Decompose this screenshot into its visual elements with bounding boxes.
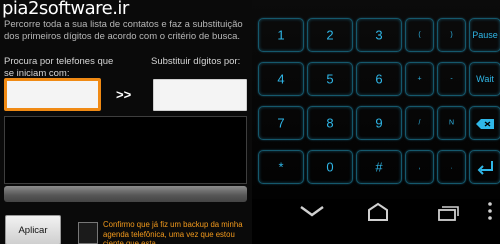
key-slash[interactable]: / [405, 106, 434, 140]
home-icon[interactable] [363, 201, 393, 223]
key-label: 4 [277, 71, 285, 87]
key-label: * [278, 159, 284, 175]
key-label: 2 [326, 27, 334, 43]
key-2[interactable]: 2 [307, 18, 353, 52]
key-label: , [418, 163, 421, 171]
menu-icon[interactable] [484, 199, 496, 223]
key-open-paren[interactable]: ( [405, 18, 434, 52]
key-8[interactable]: 8 [307, 106, 353, 140]
key-minus[interactable]: - [437, 62, 466, 96]
key-label: 6 [375, 71, 383, 87]
replace-label: Substituir dígitos por: [151, 56, 241, 67]
key-pause[interactable]: Pause [469, 18, 500, 52]
key-label: 9 [375, 115, 383, 131]
confirm-text: Confirmo que já fiz um backup da minha a… [103, 220, 243, 244]
key-hash[interactable]: # [356, 150, 402, 184]
key-label: ) [450, 31, 453, 39]
replace-digits-input[interactable] [153, 79, 247, 111]
key-label: # [375, 159, 383, 175]
apply-button[interactable]: Aplicar [5, 215, 61, 244]
key-9[interactable]: 9 [356, 106, 402, 140]
key-label: 8 [326, 115, 334, 131]
results-list[interactable] [4, 116, 247, 184]
key-close-paren[interactable]: ) [437, 18, 466, 52]
backspace-icon [476, 119, 494, 129]
enter-icon [477, 161, 493, 175]
key-label: . [450, 163, 453, 171]
key-comma[interactable]: , [405, 150, 434, 184]
horizontal-scrollbar[interactable] [4, 186, 247, 202]
key-label: + [417, 75, 422, 83]
key-6[interactable]: 6 [356, 62, 402, 96]
backspace-key[interactable] [469, 106, 500, 140]
search-label: Procura por telefones que se iniciam com… [4, 56, 114, 79]
key-4[interactable]: 4 [258, 62, 304, 96]
recent-apps-icon[interactable] [433, 201, 463, 223]
key-label: Pause [472, 30, 498, 40]
search-prefix-input[interactable] [4, 78, 101, 111]
key-label: N [448, 119, 455, 127]
key-plus[interactable]: + [405, 62, 434, 96]
key-label: ( [418, 31, 421, 39]
navigation-bar [252, 199, 500, 244]
key-7[interactable]: 7 [258, 106, 304, 140]
confirm-checkbox[interactable] [78, 222, 98, 244]
key-label: 7 [277, 115, 285, 131]
key-label: - [450, 75, 453, 83]
back-icon[interactable] [297, 202, 327, 222]
watermark: pia2software.ir [2, 0, 129, 19]
key-label: Wait [476, 74, 494, 84]
key-star[interactable]: * [258, 150, 304, 184]
arrow-indicator: >> [116, 87, 132, 102]
key-label: 1 [277, 27, 285, 43]
description-text: Percorre toda a sua lista de contatos e … [4, 19, 243, 42]
key-1[interactable]: 1 [258, 18, 304, 52]
key-period[interactable]: . [437, 150, 466, 184]
key-0[interactable]: 0 [307, 150, 353, 184]
key-label: 3 [375, 27, 383, 43]
key-5[interactable]: 5 [307, 62, 353, 96]
key-label: 0 [326, 159, 334, 175]
key-label: 5 [326, 71, 334, 87]
key-wait[interactable]: Wait [469, 62, 500, 96]
enter-key[interactable] [469, 150, 500, 184]
key-3[interactable]: 3 [356, 18, 402, 52]
key-label: / [418, 119, 421, 127]
app-panel: pia2software.ir Percorre toda a sua list… [0, 0, 252, 244]
key-n[interactable]: N [437, 106, 466, 140]
